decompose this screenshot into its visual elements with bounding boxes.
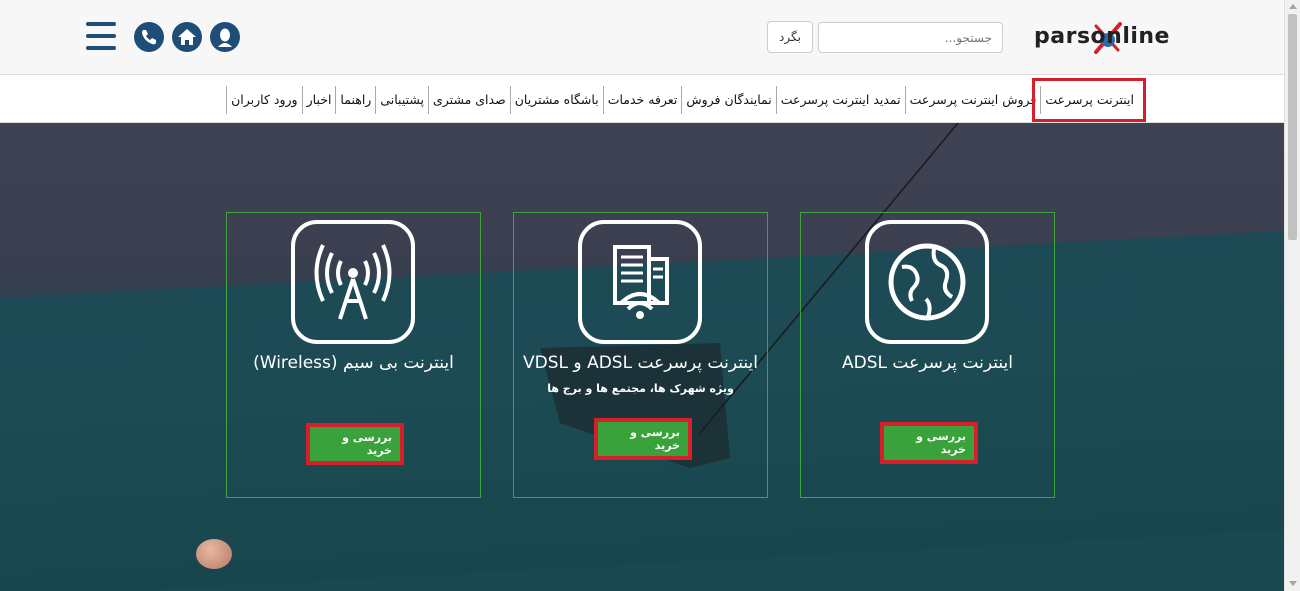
page-scrollbar[interactable]	[1284, 0, 1300, 591]
scroll-down-arrow-icon[interactable]	[1289, 581, 1297, 586]
nav-item-sales-agents[interactable]: نمایندگان فروش	[681, 86, 775, 114]
nav-item-customer-club[interactable]: باشگاه مشتریان	[509, 86, 603, 114]
wireless-buy-button[interactable]: بررسی و خرید	[306, 423, 404, 465]
globe-icon	[865, 220, 989, 344]
vdsl-card: اینترنت پرسرعت ADSL و VDSL ویژه شهرک ها،…	[513, 212, 768, 498]
wireless-card: اینترنت بی سیم (Wireless) بررسی و خرید	[226, 212, 481, 498]
site-header: parsonline بگرد	[0, 0, 1284, 75]
menu-icon[interactable]	[86, 22, 116, 50]
card-title: اینترنت پرسرعت ADSL	[842, 353, 1013, 373]
hero-banner: اینترنت پرسرعت ADSL بررسی و خرید اینترنت…	[0, 123, 1284, 591]
user-icon[interactable]	[210, 22, 240, 52]
card-title: اینترنت بی سیم (Wireless)	[253, 353, 454, 373]
home-icon[interactable]	[172, 22, 202, 52]
phone-icon[interactable]	[134, 22, 164, 52]
building-wifi-icon	[578, 220, 702, 344]
vdsl-buy-button[interactable]: بررسی و خرید	[594, 418, 692, 460]
nav-item-news[interactable]: اخبار	[301, 86, 336, 114]
nav-item-service-tariffs[interactable]: تعرفه خدمات	[602, 86, 682, 114]
nav-item-customer-voice[interactable]: صدای مشتری	[428, 86, 510, 114]
buoy	[196, 539, 232, 569]
nav-item-guide[interactable]: راهنما	[335, 86, 375, 114]
nav-item-sell-internet[interactable]: فروش اینترنت پرسرعت	[904, 86, 1041, 114]
scroll-thumb[interactable]	[1288, 14, 1297, 240]
parsonline-logo[interactable]: parsonline	[1030, 18, 1200, 58]
logo-text: parsonline	[1034, 24, 1170, 49]
card-subtitle: ویژه شهرک ها، مجتمع ها و برج ها	[547, 382, 734, 395]
nav-item-user-login[interactable]: ورود کاربران	[226, 86, 301, 114]
main-navigation: اینترنت پرسرعت فروش اینترنت پرسرعت تمدید…	[0, 75, 1284, 123]
search-button[interactable]: بگرد	[767, 21, 813, 53]
nav-item-support[interactable]: پشتیبانی	[375, 86, 428, 114]
nav-item-renew-internet[interactable]: تمدید اینترنت پرسرعت	[775, 86, 905, 114]
antenna-tower-icon	[291, 220, 415, 344]
scroll-up-arrow-icon[interactable]	[1289, 4, 1297, 9]
search-input[interactable]	[818, 22, 1003, 53]
card-title: اینترنت پرسرعت ADSL و VDSL	[523, 353, 758, 373]
adsl-card: اینترنت پرسرعت ADSL بررسی و خرید	[800, 212, 1055, 498]
nav-items: اینترنت پرسرعت فروش اینترنت پرسرعت تمدید…	[226, 78, 1146, 122]
nav-item-high-speed-internet[interactable]: اینترنت پرسرعت	[1032, 78, 1146, 122]
adsl-buy-button[interactable]: بررسی و خرید	[880, 422, 978, 464]
